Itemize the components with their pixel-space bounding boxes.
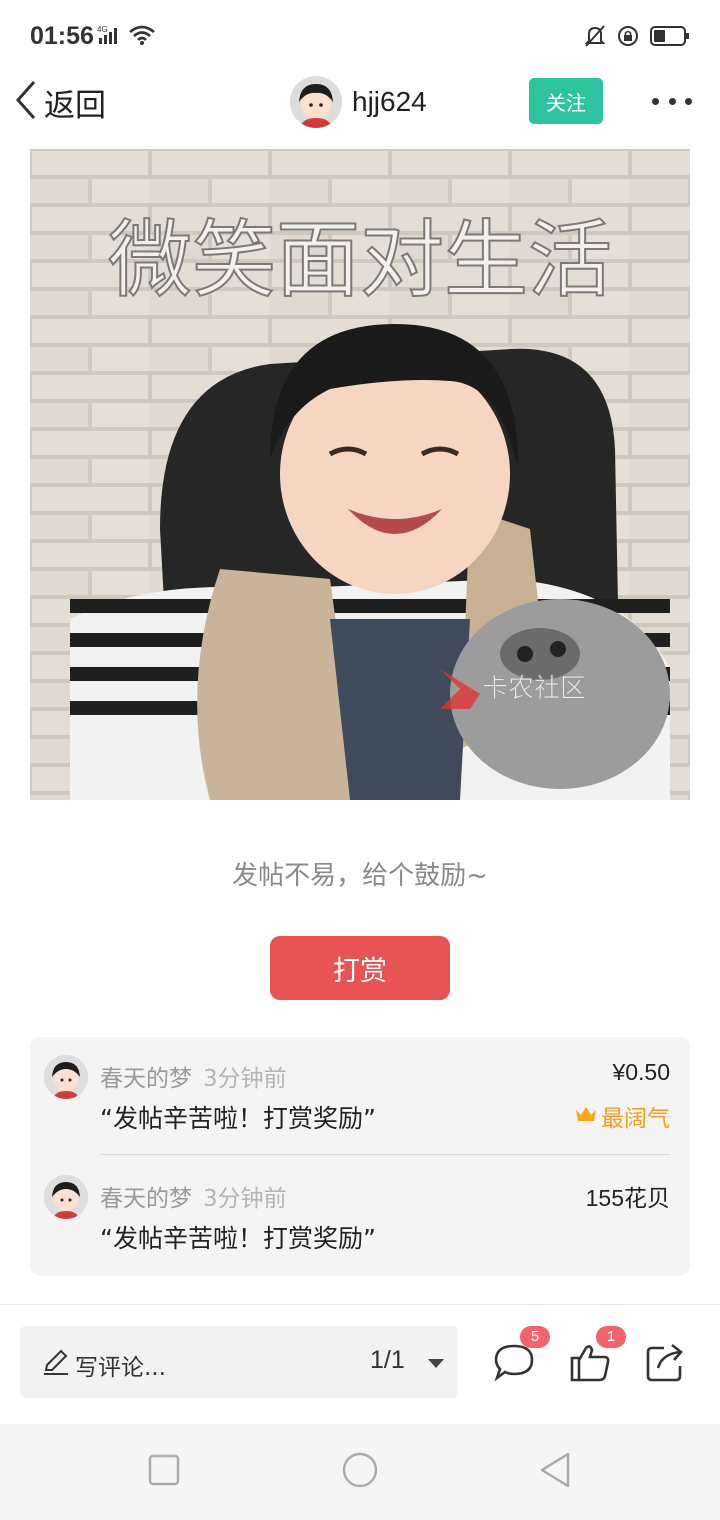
status-time: 01:56 [30,22,94,50]
thumbs-up-icon [568,1345,612,1388]
rewarder-avatar[interactable] [44,1175,88,1219]
like-count-badge: 1 [596,1326,626,1348]
more-dot [652,97,659,105]
chevron-left-icon [14,80,38,124]
status-bar: 01:56 4G [0,0,720,72]
watermark-text: 卡农社区 [482,674,586,704]
comment-count-badge: 5 [520,1326,550,1348]
rewarder-name[interactable]: 春天的梦 [100,1179,192,1213]
crown-icon [575,1103,597,1129]
share-button[interactable] [644,1340,688,1384]
status-icons [584,24,690,52]
network-type-label: 4G [97,25,108,34]
back-button[interactable]: 返回 [14,78,106,126]
comment-placeholder: 写评论... [75,1355,166,1381]
system-back-button[interactable] [536,1450,576,1490]
rotation-lock-icon [616,24,640,52]
follow-button[interactable]: 关注 [529,78,603,124]
mute-bell-icon [584,24,606,52]
caret-down-icon[interactable] [428,1359,444,1368]
more-dot [668,97,676,105]
more-options-button[interactable] [652,84,692,118]
recent-apps-button[interactable] [144,1450,184,1490]
comments-button[interactable]: 5 [492,1326,550,1384]
cellular-signal-icon: 4G [97,24,123,50]
reward-time: 3分钟前 [203,1066,287,1092]
comment-input[interactable]: 写评论... 1/1 [20,1326,458,1398]
reward-item[interactable]: 春天的梦 3分钟前 “发帖辛苦啦！打赏奖励” ¥0.50 最阔气 [30,1037,690,1155]
comment-bubble-icon [492,1344,536,1388]
system-navigation-bar [0,1424,720,1520]
back-label: 返回 [44,87,106,124]
image-caption-text: 微笑面对生活 [108,211,612,309]
rewarder-name[interactable]: 春天的梦 [100,1059,192,1093]
reward-time: 3分钟前 [203,1186,287,1212]
pencil-icon [42,1348,70,1380]
reward-item[interactable]: 春天的梦 3分钟前 “发帖辛苦啦！打赏奖励” 155花贝 [30,1157,690,1275]
divider [100,1154,670,1155]
page-indicator[interactable]: 1/1 [370,1346,405,1375]
top-reward-badge-label: 最阔气 [601,1106,670,1132]
nav-header: 返回 hjj624 关注 [0,72,720,132]
battery-icon [650,25,690,51]
reward-list: 春天的梦 3分钟前 “发帖辛苦啦！打赏奖励” ¥0.50 最阔气 春天的梦 3分… [30,1037,690,1276]
author-info[interactable]: hjj624 [290,76,427,128]
author-name: hjj624 [352,86,427,117]
wifi-icon [128,24,156,50]
reward-amount: 155花贝 [585,1185,670,1211]
like-button[interactable]: 1 [568,1326,626,1384]
more-dot [685,97,692,105]
post-image[interactable]: 微笑面对生活 卡农社区 [30,149,690,800]
rewarder-avatar[interactable] [44,1055,88,1099]
reward-amount: ¥0.50 [612,1059,670,1085]
reward-message: “发帖辛苦啦！打赏奖励” [100,1224,376,1253]
share-icon [644,1343,688,1388]
reward-message: “发帖辛苦啦！打赏奖励” [100,1104,376,1133]
top-reward-badge: 最阔气 [575,1099,670,1133]
divider [0,1304,720,1305]
tip-button[interactable]: 打赏 [270,936,450,1000]
encourage-text: 发帖不易，给个鼓励~ [232,861,488,891]
home-button[interactable] [340,1450,380,1490]
author-avatar[interactable] [290,76,342,128]
